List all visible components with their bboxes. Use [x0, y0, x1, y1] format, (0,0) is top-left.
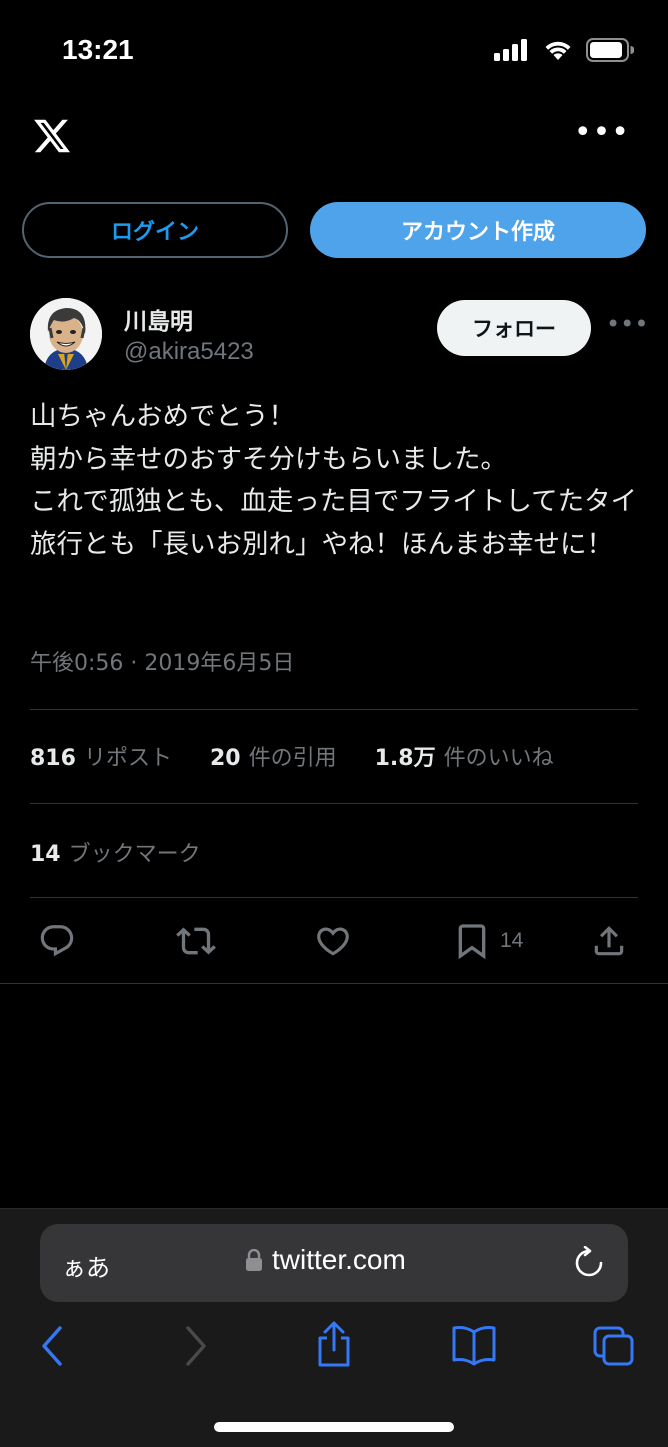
tweet-text: 山ちゃんおめでとう！ 朝から幸せのおすそ分けもらいました。 これで孤独とも、血走… [30, 401, 638, 560]
status-time: 13:21 [62, 34, 134, 65]
follow-button[interactable]: フォロー [437, 300, 591, 356]
tweet-more-icon[interactable]: ••• [606, 312, 648, 336]
reposts-stat[interactable]: 816 リポスト [30, 740, 172, 772]
likes-count: 1.8万 [374, 746, 436, 771]
reposts-count: 816 [30, 746, 76, 771]
share-button[interactable] [590, 918, 628, 964]
browser-nav-row [0, 1320, 668, 1376]
tabs-icon[interactable] [592, 1320, 636, 1368]
home-indicator [214, 1422, 454, 1432]
bookmark-icon [458, 924, 486, 960]
reload-icon[interactable] [574, 1246, 604, 1278]
share-icon [594, 926, 624, 956]
quotes-label: 件の引用 [248, 746, 337, 771]
tweet-timestamp[interactable]: 午後0:56 · 2019年6月5日 [30, 645, 294, 677]
x-logo-icon[interactable] [30, 116, 74, 156]
forward-icon[interactable] [180, 1320, 210, 1372]
create-account-button[interactable]: アカウント作成 [310, 202, 646, 258]
quotes-count: 20 [209, 746, 241, 771]
like-icon [317, 927, 349, 956]
cellular-signal-icon [494, 39, 527, 61]
status-icons [494, 38, 634, 62]
more-options-icon[interactable]: ••• [574, 118, 630, 148]
user-handle[interactable]: @akira5423 [124, 338, 254, 366]
text-size-button[interactable]: ぁあ [62, 1248, 110, 1283]
divider [30, 897, 638, 898]
avatar[interactable] [30, 298, 102, 370]
reposts-label: リポスト [83, 746, 172, 771]
bookmarks-icon[interactable] [451, 1320, 497, 1368]
wifi-icon [545, 41, 571, 60]
lock-icon [246, 1249, 262, 1271]
likes-label: 件のいいね [443, 746, 554, 771]
tweet-actions: 14 [0, 918, 668, 966]
reply-button[interactable] [38, 918, 76, 964]
repost-button[interactable] [176, 918, 216, 964]
display-name[interactable]: 川島明 [124, 302, 193, 336]
url-text: twitter.com [272, 1244, 406, 1275]
reply-icon [40, 925, 74, 957]
repost-icon [176, 927, 216, 955]
divider [30, 803, 638, 804]
share-sheet-icon[interactable] [314, 1320, 354, 1368]
login-button[interactable]: ログイン [22, 202, 288, 258]
divider [30, 709, 638, 710]
quotes-stat[interactable]: 20 件の引用 [210, 740, 337, 772]
divider [0, 983, 668, 984]
likes-stat[interactable]: 1.8万 件のいいね [375, 740, 554, 772]
url-display[interactable]: twitter.com [246, 1244, 406, 1276]
bookmark-count: 14 [500, 929, 524, 952]
bookmarks-label: ブックマーク [68, 842, 201, 867]
battery-icon [586, 38, 634, 62]
bookmark-button[interactable]: 14 [452, 918, 523, 964]
engagement-stats: 816 リポスト 20 件の引用 1.8万 件のいいね [30, 740, 554, 772]
avatar-illustration [30, 298, 102, 370]
like-button[interactable] [314, 918, 352, 964]
back-icon[interactable] [38, 1320, 68, 1372]
bookmarks-stat: 14 ブックマーク [30, 836, 201, 868]
bookmarks-count: 14 [30, 842, 61, 867]
